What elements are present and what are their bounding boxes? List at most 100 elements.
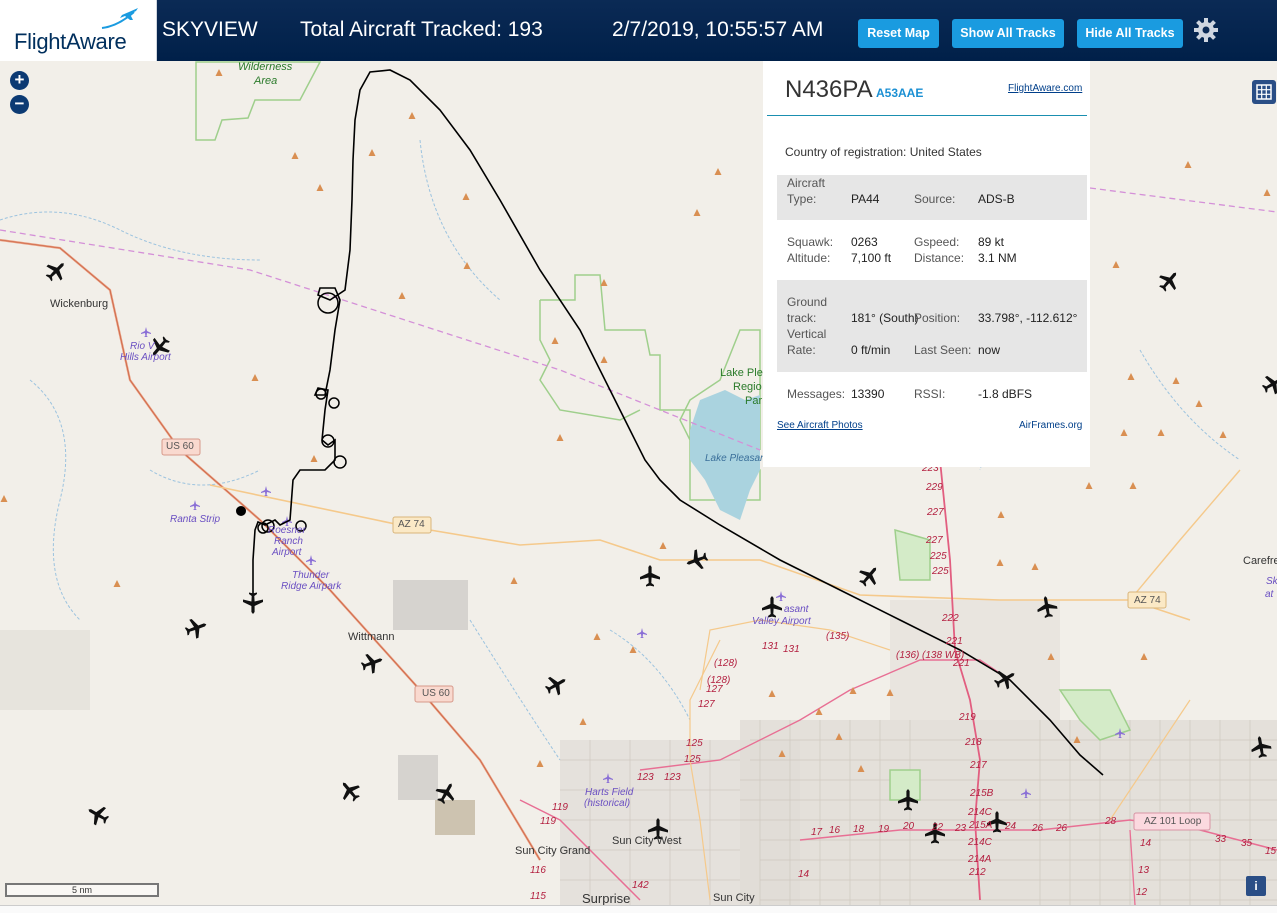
- route-128-a: (128): [714, 658, 738, 669]
- label-roesner-1: Roesner: [268, 525, 306, 536]
- logo-text: FlightAware: [14, 29, 127, 54]
- label-at: at: [1265, 589, 1274, 600]
- aircraft-hex: A53AAE: [876, 86, 924, 100]
- info-button[interactable]: i: [1246, 876, 1266, 896]
- distance-label: Distance:: [914, 251, 965, 265]
- label-pleasant-valley-2: Valley Airport: [752, 616, 811, 627]
- vrate-value: 0 ft/min: [851, 343, 891, 357]
- route-16: 16: [829, 825, 841, 836]
- country-label: Country of registration:: [785, 145, 907, 159]
- label-lake-3: Par: [745, 395, 763, 407]
- route-123-b: 123: [664, 772, 681, 783]
- label-us60-b: US 60: [422, 688, 450, 699]
- route-123-a: 123: [637, 772, 654, 783]
- route-227: 227: [927, 507, 944, 518]
- track-value: 181° (South): [851, 311, 919, 325]
- zoom-out-button[interactable]: −: [10, 95, 29, 114]
- layers-button[interactable]: [1252, 80, 1276, 104]
- aircraft-ident: N436PA: [785, 76, 873, 103]
- zoom-in-button[interactable]: +: [10, 71, 29, 90]
- route-142: 142: [632, 880, 649, 891]
- route-119-b: 119: [540, 816, 556, 827]
- route-222: 222: [942, 613, 959, 624]
- route-229: 229: [926, 482, 943, 493]
- show-all-tracks-button[interactable]: Show All Tracks: [952, 19, 1064, 48]
- label-harts-1: Harts Field: [585, 787, 634, 798]
- route-13: 13: [1138, 865, 1150, 876]
- route-221: 221: [946, 636, 963, 647]
- route-215a: 215A: [969, 820, 993, 831]
- hide-all-tracks-button[interactable]: Hide All Tracks: [1077, 19, 1183, 48]
- rssi-label: RSSI:: [914, 387, 946, 401]
- route-19: 19: [878, 824, 890, 835]
- route-214a: 214A: [968, 854, 992, 865]
- grid-icon: [1256, 84, 1272, 100]
- route-214c: 214C: [968, 807, 992, 818]
- route-17: 17: [811, 827, 823, 838]
- route-219: 219: [959, 712, 976, 723]
- source-value: ADS-B: [978, 192, 1015, 206]
- route-212: 212: [969, 867, 986, 878]
- label-thunder-1: Thunder: [292, 570, 330, 581]
- flightaware-logo[interactable]: FlightAware: [0, 0, 157, 61]
- gspeed-label: Gspeed:: [914, 235, 960, 249]
- route-225: 225: [930, 551, 947, 562]
- label-roesner-3: Airport: [272, 547, 302, 558]
- track-label-1: Ground: [787, 295, 828, 309]
- aircraft-info-panel: N436PA A53AAE FlightAware.com Country of…: [763, 61, 1090, 467]
- track-label-2: track:: [787, 311, 817, 325]
- gspeed-value: 89 kt: [978, 235, 1005, 249]
- route-127-a: 127: [706, 684, 723, 695]
- country-row: Country of registration: United States: [785, 145, 982, 159]
- label-carefree: Carefre: [1243, 555, 1277, 567]
- aircraft-count: Total Aircraft Tracked: 193: [300, 18, 543, 41]
- route-135: (135): [826, 631, 850, 642]
- route-116: 116: [530, 865, 546, 876]
- label-thunder-2: Ridge Airpark: [281, 581, 342, 592]
- label-wickenburg: Wickenburg: [50, 298, 109, 310]
- label-wilderness: Wilderness: [238, 61, 293, 73]
- route-136: (136): [896, 650, 920, 661]
- lastseen-value: now: [978, 343, 1001, 357]
- route-221b: 221: [953, 658, 970, 669]
- route-24: 24: [1005, 821, 1017, 832]
- label-harts-2: (historical): [584, 798, 631, 809]
- route-23: 23: [955, 823, 967, 834]
- label-lake-pleasant: Lake Pleasant: [705, 453, 769, 464]
- label-hills-airport: Hills Airport: [120, 352, 171, 363]
- bottom-strip: [0, 905, 1277, 913]
- label-sun-city-grand: Sun City Grand: [515, 845, 591, 857]
- route-18: 18: [853, 824, 865, 835]
- lastseen-label: Last Seen:: [914, 343, 972, 357]
- aircraft-type-label-1: Aircraft: [787, 176, 826, 190]
- aircraft-type-label-2: Type:: [787, 192, 817, 206]
- panel-divider: [767, 115, 1087, 116]
- label-sun-city: Sun City: [713, 892, 755, 904]
- datetime: 2/7/2019, 10:55:57 AM: [612, 18, 824, 41]
- route-131-b: 131: [783, 644, 800, 655]
- label-wittmann: Wittmann: [348, 631, 395, 643]
- country-value: United States: [909, 145, 982, 159]
- route-214c-2: 214C: [968, 837, 992, 848]
- flightaware-link[interactable]: FlightAware.com: [1008, 83, 1082, 94]
- label-az74-b: AZ 74: [1134, 595, 1161, 606]
- aircraft-photos-link[interactable]: See Aircraft Photos: [777, 420, 863, 431]
- route-15: 15: [1265, 846, 1277, 857]
- label-sun-city-west: Sun City West: [612, 835, 682, 847]
- gear-icon[interactable]: [1193, 17, 1219, 43]
- route-225b: 225: [932, 566, 949, 577]
- route-125-b: 125: [684, 754, 701, 765]
- label-pleasant-valley-1: asant: [784, 604, 809, 615]
- reset-map-button[interactable]: Reset Map: [858, 19, 939, 48]
- airframes-link[interactable]: AirFrames.org: [1019, 420, 1082, 431]
- route-20: 20: [903, 821, 915, 832]
- rssi-value: -1.8 dBFS: [978, 387, 1033, 401]
- label-az74-a: AZ 74: [398, 519, 425, 530]
- altitude-label: Altitude:: [787, 251, 831, 265]
- position-value: 33.798°, -112.612°: [978, 311, 1078, 325]
- route-218: 218: [965, 737, 982, 748]
- position-label: Position:: [914, 311, 961, 325]
- label-roesner-2: Ranch: [274, 536, 303, 547]
- squawk-label: Squawk:: [787, 235, 834, 249]
- label-sky: Sky: [1266, 576, 1277, 587]
